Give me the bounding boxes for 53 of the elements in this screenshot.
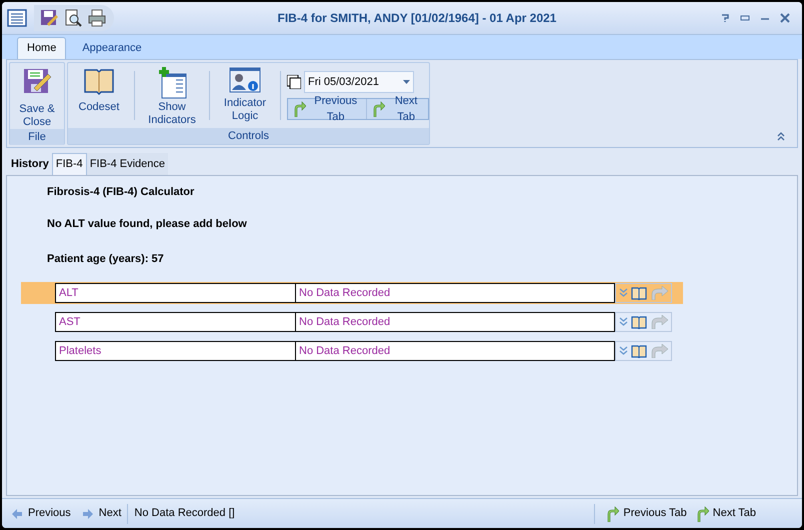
turn-right-arrow-icon — [694, 506, 709, 522]
book-icon[interactable] — [631, 286, 647, 300]
ribbon-tab[interactable]: Home — [17, 37, 66, 59]
collapse-ribbon-icon[interactable] — [777, 132, 785, 141]
printer-icon[interactable] — [88, 9, 106, 27]
entry-row[interactable]: ALT No Data Recorded — [21, 282, 683, 304]
double-chevron-icon[interactable] — [619, 316, 628, 326]
ribbon-button[interactable]: Show Indicators — [139, 63, 205, 128]
book-icon[interactable] — [631, 344, 647, 358]
left-arrow-icon — [12, 508, 22, 518]
document-tab[interactable]: FIB-4 — [52, 153, 87, 175]
book-icon[interactable] — [631, 314, 647, 328]
save-icon[interactable] — [40, 9, 58, 27]
entry-row[interactable]: AST No Data Recorded — [21, 310, 683, 332]
right-arrow-icon — [82, 508, 93, 518]
turn-arrow-icon — [650, 314, 668, 328]
entry-value-cell: No Data Recorded — [295, 340, 615, 360]
double-chevron-icon[interactable] — [619, 346, 628, 356]
document-tab[interactable]: History — [8, 153, 52, 175]
entry-name-cell: ALT — [55, 282, 295, 302]
ribbon-tab[interactable]: Appearance — [68, 37, 156, 59]
entry-name-cell: Platelets — [55, 340, 295, 360]
date-dropdown[interactable]: Fri 05/03/2021 — [304, 71, 414, 93]
status-text: No Data Recorded [] — [134, 506, 235, 522]
turn-arrow-icon — [650, 286, 668, 300]
ribbon-button[interactable]: Codeset — [68, 63, 130, 128]
app-menu-icon[interactable] — [6, 8, 28, 28]
previous-button[interactable]: Previous — [12, 505, 71, 522]
entry-row[interactable]: Platelets No Data Recorded — [21, 340, 683, 362]
dropdown-arrow-icon — [403, 80, 410, 84]
group-label: Controls — [68, 128, 429, 144]
help-icon[interactable] — [720, 13, 730, 23]
close-icon[interactable] — [780, 13, 790, 23]
save-close-button[interactable]: Save & Close — [10, 63, 64, 129]
restore-icon[interactable] — [740, 13, 750, 23]
alert-message: No ALT value found, please add below — [47, 216, 248, 232]
magnifier-icon[interactable] — [64, 9, 82, 27]
previous-tab-button[interactable]: Previous Tab — [605, 505, 687, 522]
floppy-pencil-icon — [22, 66, 52, 96]
document-tab[interactable]: FIB-4 Evidence — [86, 153, 168, 175]
patient-age: Patient age (years): 57 — [47, 252, 165, 267]
turn-arrow-icon — [650, 344, 668, 358]
next-tab-button[interactable]: Next Tab — [694, 505, 756, 522]
panel-plus-icon — [156, 66, 188, 100]
group-label: File — [10, 129, 64, 145]
window-title: FIB-4 for SMITH, ANDY [01/02/1964] - 01 Apr 2021 — [276, 10, 558, 27]
ribbon-button[interactable]: Indicator Logic — [214, 63, 276, 128]
entry-value-cell: No Data Recorded — [295, 282, 615, 302]
entry-value-cell: No Data Recorded — [295, 312, 615, 332]
calculator-heading: Fibrosis-4 (FIB-4) Calculator — [47, 185, 196, 200]
turn-right-arrow-icon — [371, 101, 386, 117]
next-button[interactable]: Next — [82, 505, 122, 522]
entry-name-cell: AST — [55, 312, 295, 332]
